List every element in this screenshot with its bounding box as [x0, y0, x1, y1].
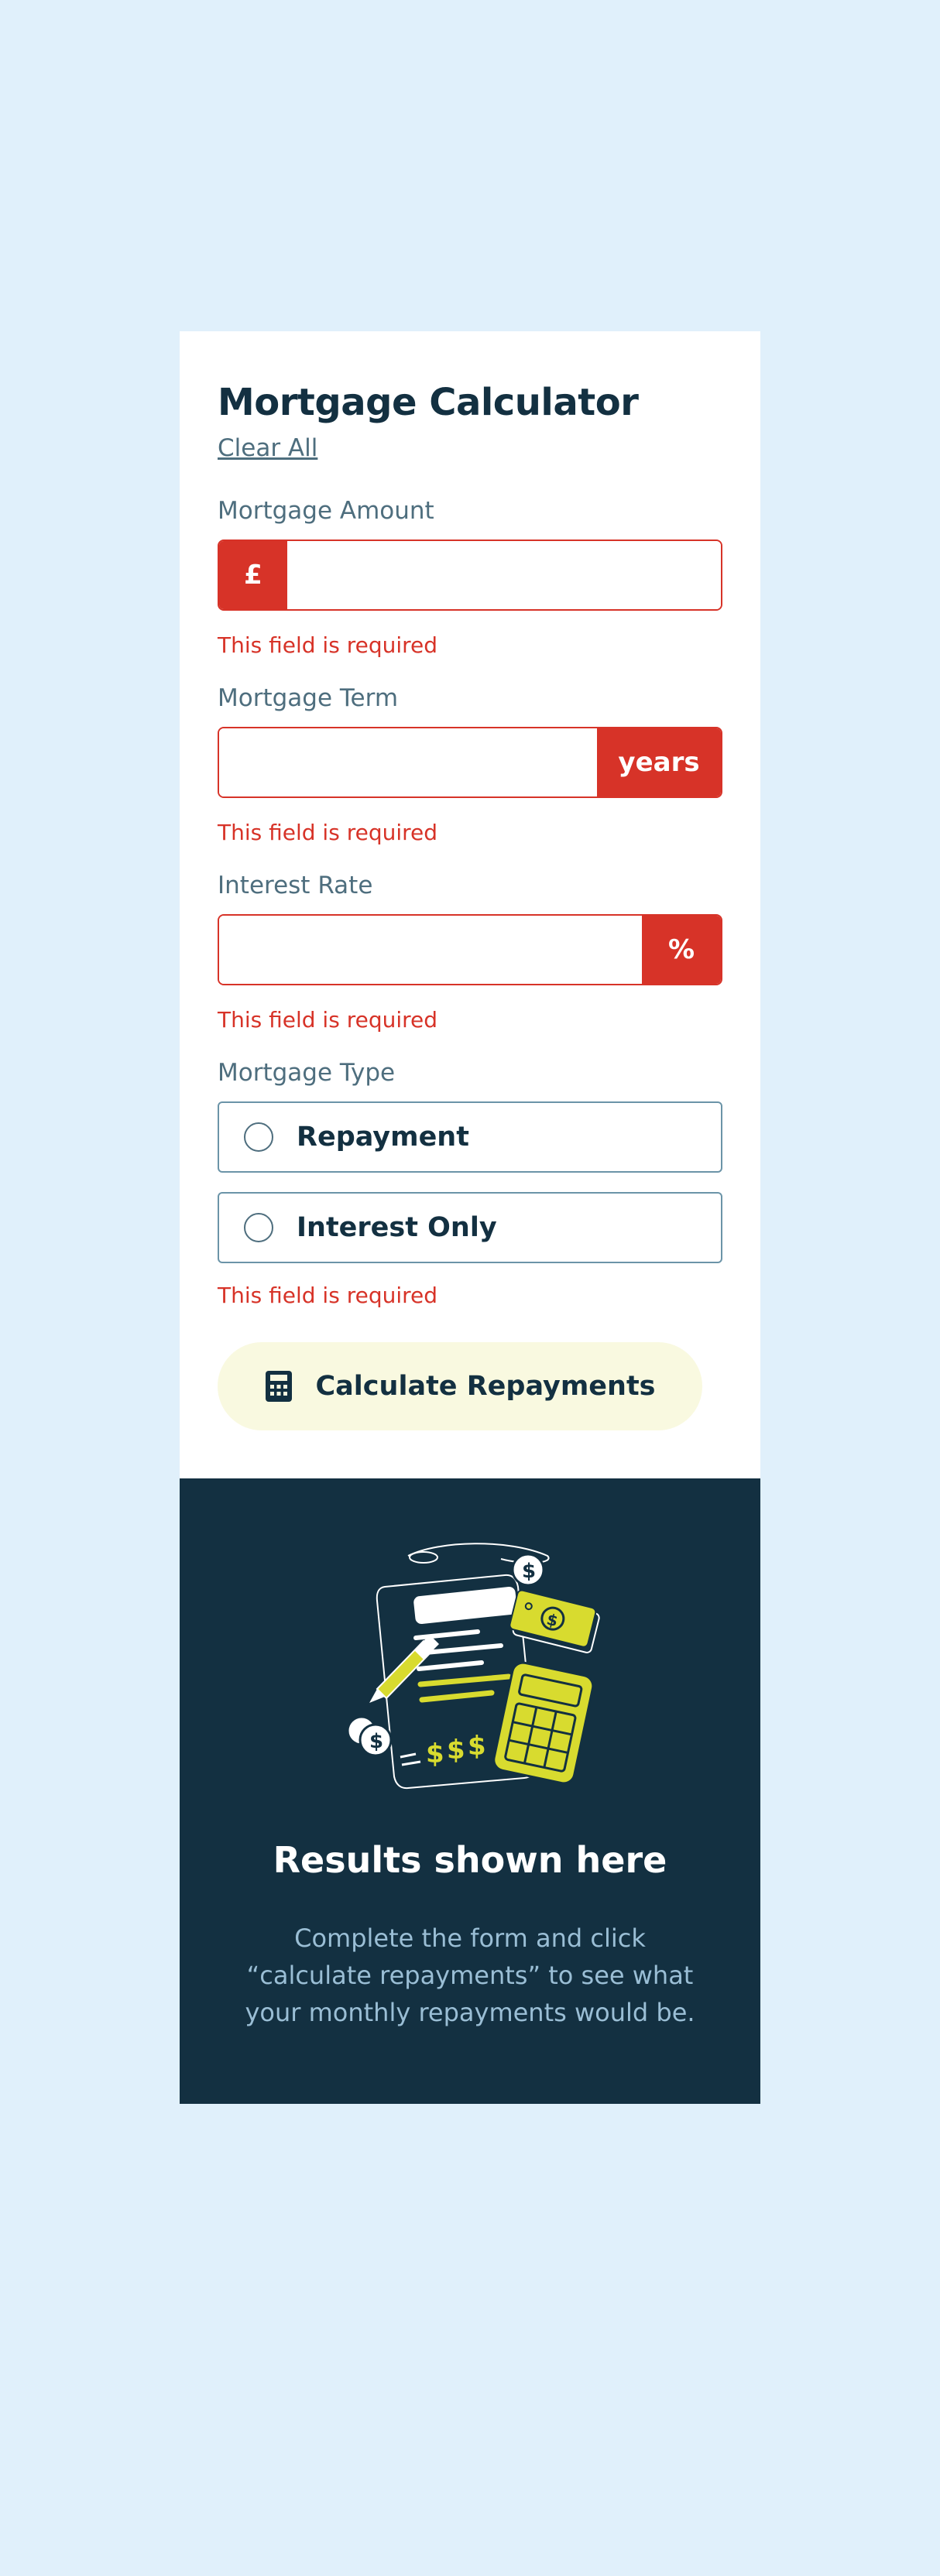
mortgage-term-field: years — [218, 726, 722, 798]
calculate-repayments-label: Calculate Repayments — [315, 1370, 656, 1402]
interest-rate-input[interactable] — [219, 915, 642, 984]
mortgage-term-input[interactable] — [219, 728, 597, 796]
mortgage-amount-label: Mortgage Amount — [218, 496, 434, 525]
calculate-repayments-button[interactable]: Calculate Repayments — [218, 1341, 702, 1430]
radio-option-interest-only[interactable]: Interest Only — [218, 1191, 722, 1263]
percent-suffix: % — [642, 915, 721, 984]
term-suffix: years — [597, 728, 721, 796]
radio-label-repayment: Repayment — [297, 1121, 469, 1153]
mortgage-term-error: This field is required — [218, 819, 438, 845]
radio-circle[interactable] — [244, 1212, 273, 1242]
page-title: Mortgage Calculator — [218, 381, 639, 424]
mortgage-amount-error: This field is required — [218, 632, 438, 658]
results-description: Complete the form and click “calculate r… — [245, 1923, 695, 2027]
interest-rate-error: This field is required — [218, 1006, 438, 1033]
calculator-icon — [266, 1370, 293, 1402]
svg-text:$: $ — [522, 1560, 536, 1583]
radio-label-interest-only: Interest Only — [297, 1211, 497, 1243]
calculator-card: Mortgage Calculator Clear All Mortgage A… — [180, 331, 760, 2104]
mortgage-amount-input[interactable] — [287, 540, 721, 609]
mortgage-term-label: Mortgage Term — [218, 683, 399, 712]
mortgage-form: Mortgage Calculator Clear All Mortgage A… — [180, 331, 760, 1478]
mortgage-type-error: This field is required — [218, 1282, 438, 1308]
results-title: Results shown here — [273, 1838, 667, 1881]
currency-prefix: £ — [219, 540, 287, 609]
mortgage-documents-illustration: $ $ $ $ $ $ — [346, 1543, 600, 1789]
interest-rate-label: Interest Rate — [218, 871, 373, 899]
mortgage-amount-field: £ — [218, 539, 722, 611]
radio-option-repayment[interactable]: Repayment — [218, 1101, 722, 1173]
svg-text:$: $ — [447, 1735, 465, 1766]
results-panel: $ $ $ $ $ $ Results shown here Complete … — [180, 1478, 760, 2104]
mortgage-type-label: Mortgage Type — [218, 1058, 396, 1087]
svg-text:$: $ — [468, 1731, 486, 1762]
interest-rate-field: % — [218, 913, 722, 985]
radio-circle[interactable] — [244, 1122, 273, 1152]
mortgage-type-group: Repayment Interest Only — [218, 1101, 722, 1263]
svg-text:$: $ — [369, 1730, 383, 1753]
clear-all-link[interactable]: Clear All — [218, 434, 317, 462]
svg-text:$: $ — [426, 1738, 444, 1769]
